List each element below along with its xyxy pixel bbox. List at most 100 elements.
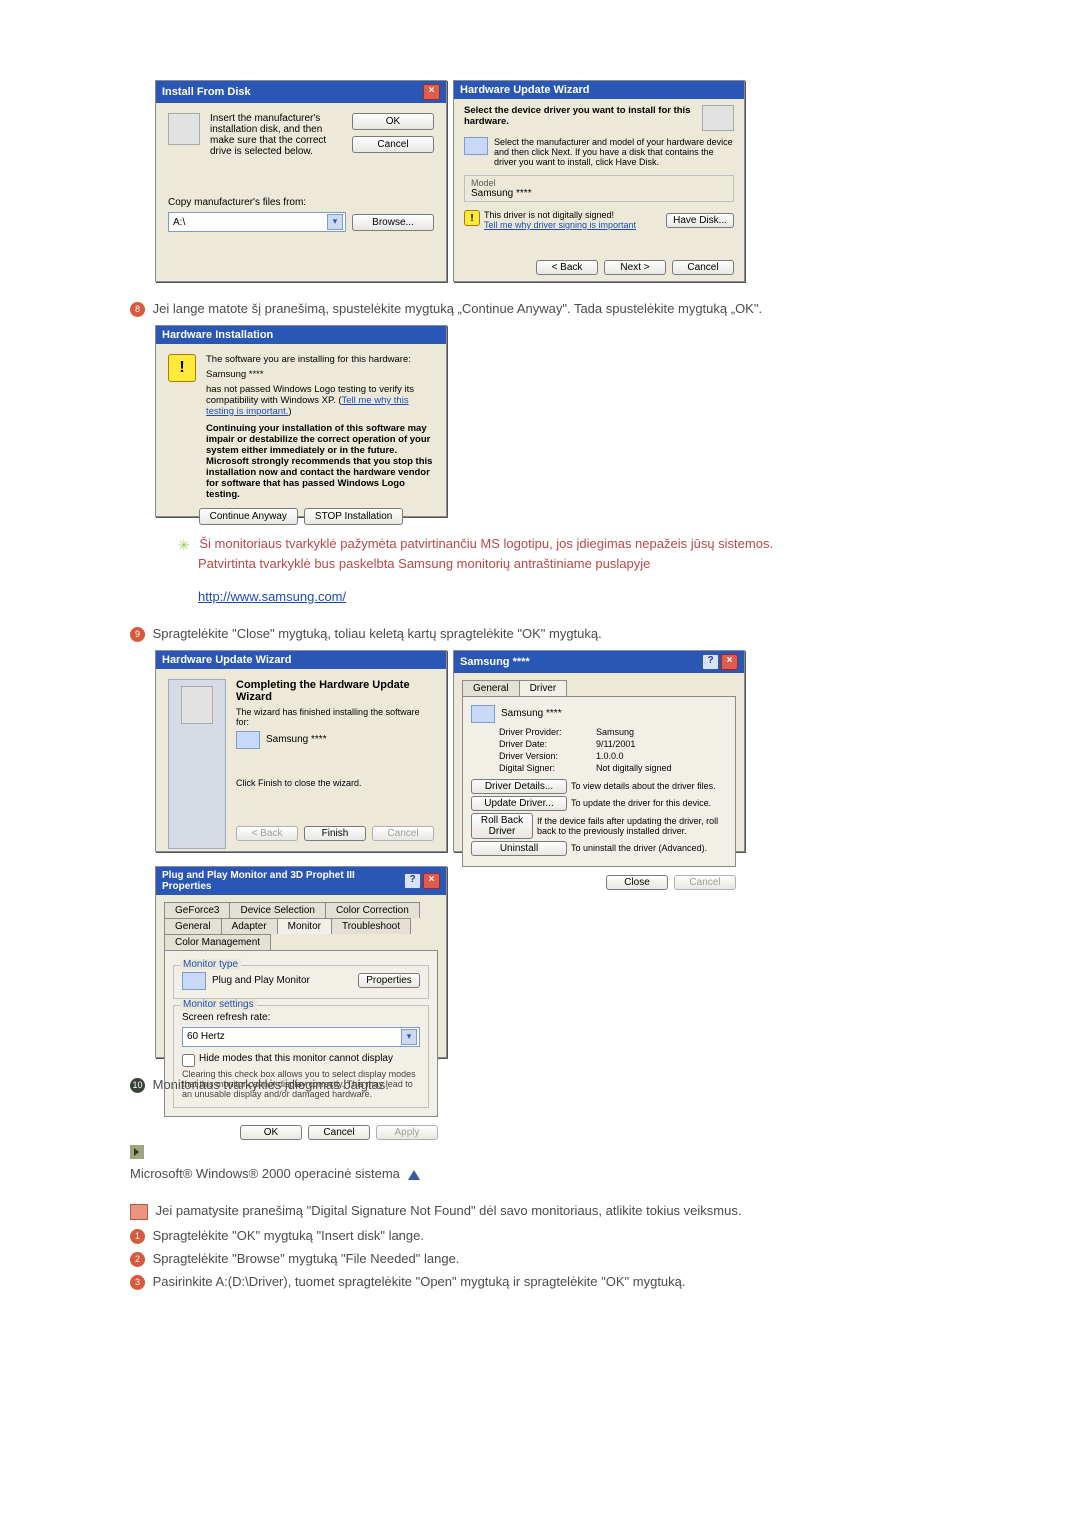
- dialog-hardware-update-select: Hardware Update Wizard Select the device…: [453, 80, 745, 282]
- ok-button[interactable]: OK: [352, 113, 434, 130]
- hide-modes-desc: Clearing this check box allows you to se…: [182, 1069, 420, 1099]
- uninstall-desc: To uninstall the driver (Advanced).: [571, 843, 707, 853]
- device-name: Samsung ****: [266, 734, 327, 745]
- dialog-title: Hardware Update Wizard: [162, 654, 292, 666]
- titlebar: Plug and Play Monitor and 3D Prophet III…: [156, 867, 446, 895]
- section-marker-icon: [130, 1145, 144, 1159]
- device-icon: [236, 731, 260, 749]
- wizard-icon: [702, 105, 734, 131]
- continue-anyway-button[interactable]: Continue Anyway: [199, 508, 298, 525]
- line2: Click Finish to close the wizard.: [236, 778, 434, 788]
- win2000-1-text: Spragtelėkite "OK" mygtuką "Insert disk"…: [153, 1228, 424, 1243]
- stop-installation-button[interactable]: STOP Installation: [304, 508, 403, 525]
- close-button[interactable]: Close: [606, 875, 668, 890]
- group-monitor-settings: Monitor settings: [180, 999, 257, 1010]
- chevron-down-icon: ▾: [327, 214, 343, 230]
- step-9-text: 9 Spragtelėkite "Close" mygtuką, toliau …: [130, 625, 950, 644]
- tab-driver[interactable]: Driver: [519, 680, 568, 696]
- dialog-driver-properties: Samsung **** ? × General Driver Samsung …: [453, 650, 745, 852]
- manual-icon: [130, 1204, 148, 1220]
- details-desc: To view details about the driver files.: [571, 781, 716, 791]
- bullet-2-icon: 2: [130, 1252, 145, 1267]
- os-heading-text: Microsoft® Windows® 2000 operacinė siste…: [130, 1166, 400, 1181]
- uninstall-button[interactable]: Uninstall: [471, 841, 567, 856]
- dialog-title: Plug and Play Monitor and 3D Prophet III…: [162, 870, 404, 892]
- hide-modes-checkbox[interactable]: [182, 1054, 195, 1067]
- provider-label: Driver Provider:: [499, 727, 592, 737]
- dialog-hardware-installation-warning: Hardware Installation ! The software you…: [155, 325, 447, 517]
- titlebar: Samsung **** ? ×: [454, 651, 744, 673]
- tab-color-correction[interactable]: Color Correction: [325, 902, 420, 918]
- tab-monitor[interactable]: Monitor: [277, 918, 332, 934]
- next-button[interactable]: Next >: [604, 260, 666, 275]
- signer-value: Not digitally signed: [596, 763, 672, 773]
- tab-geforce[interactable]: GeForce3: [164, 902, 230, 918]
- tab-adapter[interactable]: Adapter: [221, 918, 278, 934]
- titlebar: Hardware Update Wizard: [454, 81, 744, 99]
- tab-general[interactable]: General: [164, 918, 222, 934]
- apply-button: Apply: [376, 1125, 438, 1140]
- rollback-driver-button[interactable]: Roll Back Driver: [471, 813, 533, 839]
- back-button[interactable]: < Back: [536, 260, 598, 275]
- group-monitor-type: Monitor type: [180, 959, 241, 970]
- browse-button[interactable]: Browse...: [352, 214, 434, 231]
- tab-device-selection[interactable]: Device Selection: [229, 902, 325, 918]
- os-heading: Microsoft® Windows® 2000 operacinė siste…: [130, 1165, 950, 1184]
- step-8-text: 8 Jei lange matote šį pranešimą, spustel…: [130, 300, 950, 319]
- help-icon[interactable]: ?: [404, 873, 421, 889]
- hide-modes-row: Hide modes that this monitor cannot disp…: [182, 1053, 420, 1067]
- update-desc: To update the driver for this device.: [571, 798, 711, 808]
- tab-general[interactable]: General: [462, 680, 520, 696]
- win2000-step-3: 3 Pasirinkite A:(D:\Driver), tuomet spra…: [130, 1273, 950, 1292]
- refresh-value: 60 Hertz: [187, 1031, 225, 1042]
- cancel-button: Cancel: [372, 826, 434, 841]
- ok-button[interactable]: OK: [240, 1125, 302, 1140]
- refresh-rate-dropdown[interactable]: 60 Hertz ▾: [182, 1027, 420, 1047]
- note-icon: ✳: [178, 535, 190, 555]
- warning-icon: !: [168, 354, 196, 382]
- monitor-icon: [182, 972, 206, 990]
- close-icon[interactable]: ×: [423, 84, 440, 100]
- note-block: ✳ Ši monitoriaus tvarkyklė pažymėta patv…: [178, 535, 950, 607]
- help-icon[interactable]: ?: [702, 654, 719, 670]
- line2-post: ): [288, 406, 291, 417]
- hide-modes-label: Hide modes that this monitor cannot disp…: [199, 1053, 393, 1064]
- note-line2: Patvirtinta tvarkyklė bus paskelbta Sams…: [198, 556, 650, 571]
- line1: The software you are installing for this…: [206, 354, 434, 365]
- samsung-url[interactable]: http://www.samsung.com/: [198, 589, 346, 604]
- drive-value: A:\: [173, 217, 185, 228]
- close-icon[interactable]: ×: [423, 873, 440, 889]
- win2000-step-2: 2 Spragtelėkite "Browse" mygtuką "File N…: [130, 1250, 950, 1269]
- win2000-intro: Jei pamatysite pranešimą "Digital Signat…: [130, 1202, 950, 1221]
- version-label: Driver Version:: [499, 751, 592, 761]
- titlebar: Hardware Installation: [156, 326, 446, 344]
- update-driver-button[interactable]: Update Driver...: [471, 796, 567, 811]
- cancel-button[interactable]: Cancel: [308, 1125, 370, 1140]
- close-icon[interactable]: ×: [721, 654, 738, 670]
- wizard-icon: [181, 686, 213, 724]
- device-name: Samsung ****: [206, 369, 434, 380]
- driver-details-button[interactable]: Driver Details...: [471, 779, 567, 794]
- bullet-3-icon: 3: [130, 1275, 145, 1290]
- cancel-button[interactable]: Cancel: [672, 260, 734, 275]
- drive-dropdown[interactable]: A:\ ▾: [168, 212, 346, 232]
- refresh-label: Screen refresh rate:: [182, 1012, 420, 1023]
- tab-color-management[interactable]: Color Management: [164, 934, 271, 950]
- device-name: Samsung ****: [501, 708, 562, 719]
- heading: Completing the Hardware Update Wizard: [236, 679, 434, 703]
- titlebar: Install From Disk ×: [156, 81, 446, 103]
- cancel-button[interactable]: Cancel: [352, 136, 434, 153]
- finish-button[interactable]: Finish: [304, 826, 366, 841]
- win2000-3-text: Pasirinkite A:(D:\Driver), tuomet spragt…: [153, 1274, 686, 1289]
- dialog-title: Hardware Update Wizard: [460, 84, 590, 96]
- copy-from-label: Copy manufacturer's files from:: [168, 197, 434, 208]
- date-value: 9/11/2001: [596, 739, 635, 749]
- chevron-down-icon: ▾: [401, 1029, 417, 1045]
- have-disk-button[interactable]: Have Disk...: [666, 213, 734, 228]
- win2000-2-text: Spragtelėkite "Browse" mygtuką "File Nee…: [153, 1251, 460, 1266]
- model-value: Samsung ****: [471, 188, 727, 199]
- dialog-hardware-update-finish: Hardware Update Wizard Completing the Ha…: [155, 650, 447, 852]
- signing-link[interactable]: Tell me why driver signing is important: [484, 220, 636, 230]
- tab-troubleshoot[interactable]: Troubleshoot: [331, 918, 411, 934]
- properties-button[interactable]: Properties: [358, 973, 420, 988]
